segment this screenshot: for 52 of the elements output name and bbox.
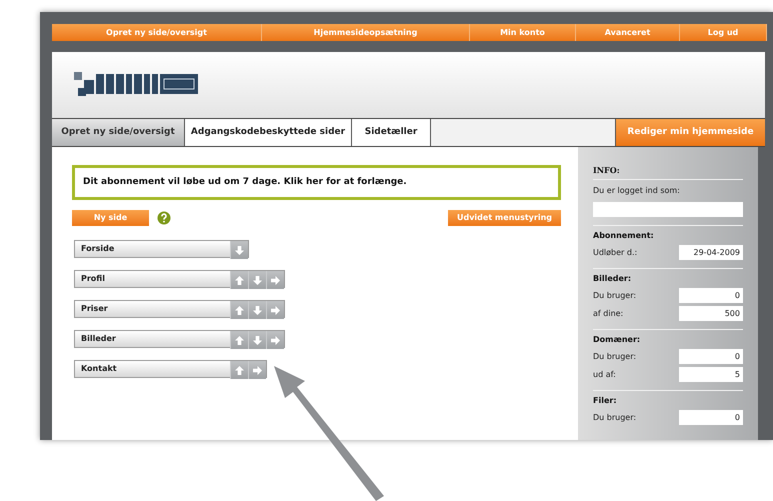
sidebar-label: Du bruger: [593, 412, 636, 424]
move-up-button[interactable] [230, 361, 248, 379]
page-item[interactable]: Priser [75, 301, 230, 317]
move-down-button[interactable] [248, 271, 266, 289]
move-down-button[interactable] [248, 331, 266, 349]
sidebar-heading: Abonnement: [593, 230, 655, 242]
arrow-up-icon [235, 366, 244, 374]
arrow-down-icon [253, 336, 262, 344]
move-down-button[interactable] [248, 301, 266, 319]
arrow-right-icon [271, 336, 280, 344]
sidebar-heading: INFO: [593, 164, 621, 176]
arrow-down-icon [253, 306, 262, 314]
sidebar-label: Udløber d.: [593, 246, 638, 258]
sidebar-label: Du bruger: [593, 350, 636, 362]
sidebar-label: Du bruger: [593, 290, 636, 302]
value-field: 0 [679, 349, 743, 364]
sidebar-heading: Billeder: [593, 273, 632, 285]
arrow-up-icon [235, 276, 244, 284]
arrow-down-icon [253, 276, 262, 284]
move-right-button[interactable] [266, 331, 284, 349]
tab[interactable]: Sidetæller [352, 119, 431, 146]
sidebar-heading: Domæner: [593, 334, 642, 346]
arrow-up-icon [235, 336, 244, 344]
arrow-right-icon [271, 306, 280, 314]
move-up-button[interactable] [230, 301, 248, 319]
move-right-button[interactable] [266, 271, 284, 289]
arrow-right-icon [253, 366, 262, 374]
sidebar-label: Du er logget ind som: [593, 185, 681, 197]
value-field: 500 [679, 306, 743, 321]
tab[interactable]: Opret ny side/oversigt [52, 119, 185, 146]
page-item[interactable]: Forside [75, 241, 230, 257]
move-right-button[interactable] [248, 361, 266, 379]
arrow-down-icon [235, 246, 244, 254]
tab[interactable]: Adgangskodebeskyttede sider [185, 119, 352, 146]
page-item[interactable]: Billeder [75, 331, 230, 347]
sidebar-label: ud af: [593, 368, 616, 380]
value-field: 0 [679, 410, 743, 425]
arrow-right-icon [271, 276, 280, 284]
page-item[interactable]: Profil [75, 271, 230, 287]
sidebar-heading: Filer: [593, 395, 618, 407]
move-right-button[interactable] [266, 301, 284, 319]
move-up-button[interactable] [230, 271, 248, 289]
arrow-up-icon [235, 306, 244, 314]
value-field: 0 [679, 288, 743, 303]
notice-banner[interactable]: Dit abonnement vil løbe ud om 7 dage. Klik her for at forlænge. [72, 165, 561, 200]
help-icon[interactable] [157, 211, 171, 225]
value-field: 5 [679, 367, 743, 382]
sidebar-label: af dine: [593, 308, 624, 320]
move-down-button[interactable] [230, 241, 248, 259]
move-up-button[interactable] [230, 331, 248, 349]
value-field: 29-04-2009 [679, 245, 743, 260]
page-item[interactable]: Kontakt [75, 361, 230, 377]
